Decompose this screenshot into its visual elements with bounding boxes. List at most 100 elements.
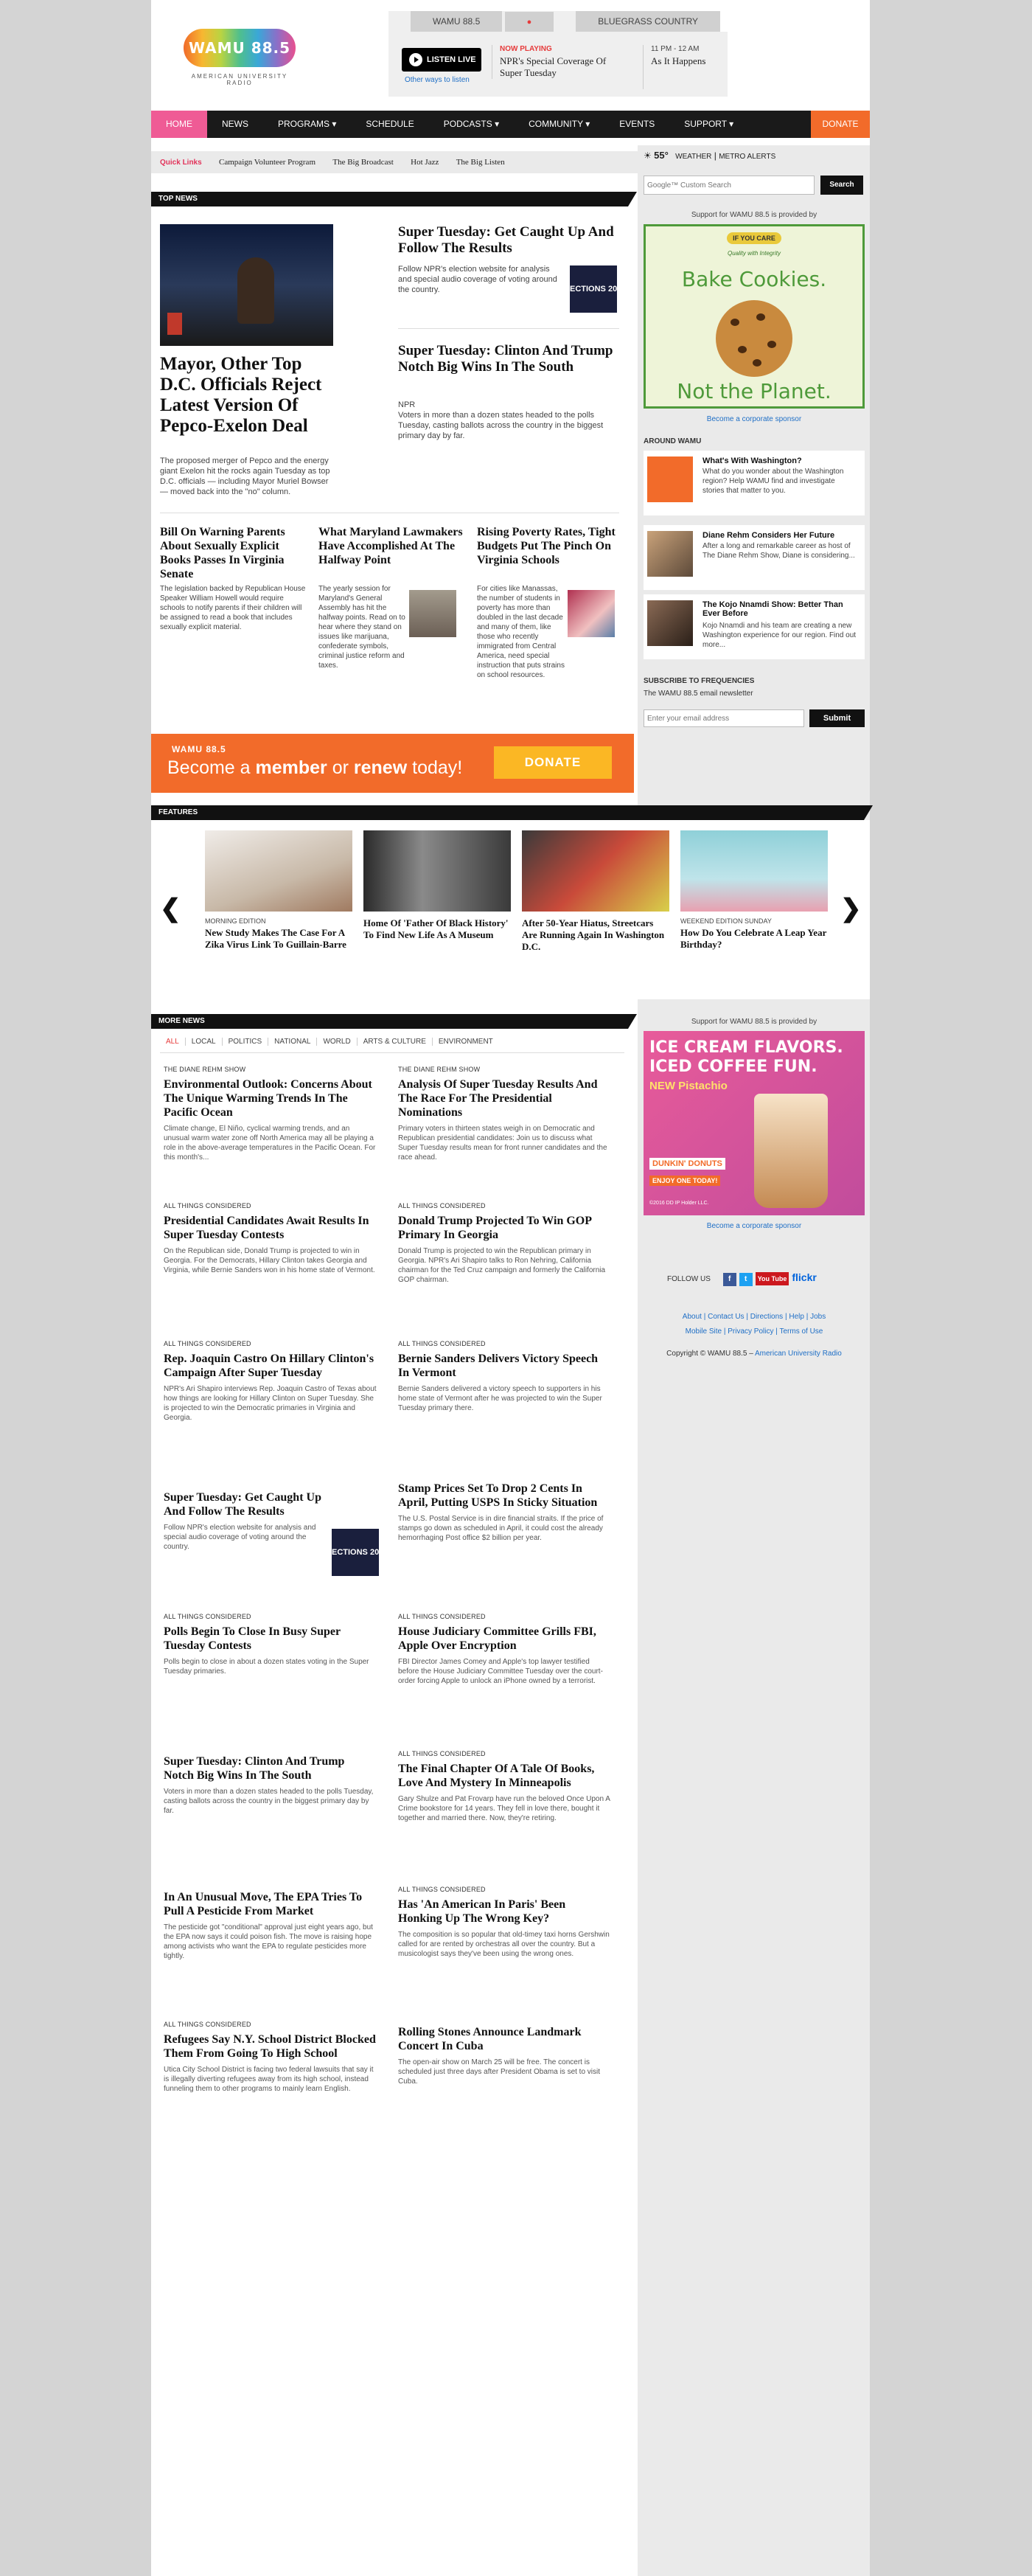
news-item[interactable]: Super Tuesday: Clinton And Trump Notch B… xyxy=(164,1750,377,1816)
news-item-title[interactable]: Analysis Of Super Tuesday Results And Th… xyxy=(398,1077,612,1119)
news-item[interactable]: Stamp Prices Set To Drop 2 Cents In Apri… xyxy=(398,1477,612,1543)
news-item[interactable]: ALL THINGS CONSIDERED Presidential Candid… xyxy=(164,1202,377,1275)
news-item-title[interactable]: The Final Chapter Of A Tale Of Books, Lo… xyxy=(398,1762,612,1790)
feature-title[interactable]: How Do You Celebrate A Leap Year Birthda… xyxy=(680,927,828,951)
up-next-title[interactable]: As It Happens xyxy=(651,55,705,67)
nav-support[interactable]: SUPPORT ▾ xyxy=(669,111,748,138)
carousel-prev-arrow[interactable]: ❮ xyxy=(160,894,181,923)
corporate-sponsor-link[interactable]: Become a corporate sponsor xyxy=(644,1222,865,1230)
story-title[interactable]: Bill On Warning Parents About Sexually E… xyxy=(160,525,307,581)
news-item-title[interactable]: Super Tuesday: Get Caught Up And Follow … xyxy=(164,1490,333,1518)
news-item-title[interactable]: Refugees Say N.Y. School District Blocke… xyxy=(164,2032,377,2061)
news-item[interactable]: ALL THINGS CONSIDERED Has 'An American In… xyxy=(398,1886,612,1959)
filter-world[interactable]: WORLD xyxy=(323,1038,358,1046)
twitter-icon[interactable]: t xyxy=(739,1273,753,1286)
news-item-title[interactable]: Rep. Joaquin Castro On Hillary Clinton's… xyxy=(164,1352,377,1380)
news-item[interactable]: ALL THINGS CONSIDERED Refugees Say N.Y. S… xyxy=(164,2021,377,2094)
search-input[interactable] xyxy=(644,176,815,195)
newsletter-submit-button[interactable]: Submit xyxy=(809,709,865,727)
nav-news[interactable]: NEWS xyxy=(207,111,263,138)
corporate-sponsor-link[interactable]: Become a corporate sponsor xyxy=(644,415,865,423)
newsletter-email-input[interactable] xyxy=(644,709,804,727)
news-item[interactable]: ALL THINGS CONSIDERED Polls Begin To Clos… xyxy=(164,1613,377,1676)
footer-link-privacy[interactable]: Privacy Policy xyxy=(728,1327,773,1336)
now-playing-title[interactable]: NPR's Special Coverage Of Super Tuesday xyxy=(500,55,624,79)
nav-podcasts[interactable]: PODCASTS ▾ xyxy=(429,111,514,138)
filter-all[interactable]: ALL xyxy=(166,1038,186,1046)
youtube-icon[interactable]: You Tube xyxy=(755,1272,789,1285)
schools-thumbnail[interactable] xyxy=(568,590,615,637)
elections-thumbnail[interactable]: ECTIONS 20 xyxy=(332,1529,379,1576)
news-item-title[interactable]: Stamp Prices Set To Drop 2 Cents In Apri… xyxy=(398,1482,612,1510)
carousel-next-arrow[interactable]: ❯ xyxy=(840,894,862,923)
story-title[interactable]: Super Tuesday: Get Caught Up And Follow … xyxy=(398,224,619,257)
quick-link[interactable]: Hot Jazz xyxy=(411,151,439,173)
story-title[interactable]: Rising Poverty Rates, Tight Budgets Put … xyxy=(477,525,624,567)
facebook-icon[interactable]: f xyxy=(722,1273,736,1286)
filter-national[interactable]: NATIONAL xyxy=(274,1038,318,1046)
story-title[interactable]: What Maryland Lawmakers Have Accomplishe… xyxy=(318,525,466,567)
nav-programs[interactable]: PROGRAMS ▾ xyxy=(263,111,351,138)
quick-link[interactable]: The Big Broadcast xyxy=(332,151,393,173)
around-item-title[interactable]: Diane Rehm Considers Her Future xyxy=(702,531,834,540)
nav-home[interactable]: HOME xyxy=(151,111,207,138)
lead-story-title[interactable]: Mayor, Other Top D.C. Officials Reject L… xyxy=(160,354,337,437)
footer-link-contact[interactable]: Contact Us xyxy=(708,1313,744,1321)
filter-local[interactable]: LOCAL xyxy=(191,1038,223,1046)
footer-link-directions[interactable]: Directions xyxy=(750,1313,783,1321)
banner-donate-button[interactable]: DONATE xyxy=(494,746,612,779)
metro-alerts-link[interactable]: METRO ALERTS xyxy=(719,153,775,161)
news-item[interactable]: THE DIANE REHM SHOW Environmental Outlook… xyxy=(164,1066,377,1162)
quick-link[interactable]: Campaign Volunteer Program xyxy=(219,151,315,173)
around-item[interactable]: The Kojo Nnamdi Show: Better Than Ever B… xyxy=(644,594,865,659)
membership-banner[interactable]: WAMU 88.5 Become a member or renew today… xyxy=(151,734,634,793)
mayor-photo[interactable] xyxy=(160,224,333,346)
around-item[interactable]: Diane Rehm Considers Her Future After a … xyxy=(644,525,865,590)
news-item-title[interactable]: Polls Begin To Close In Busy Super Tuesd… xyxy=(164,1625,377,1653)
news-item-title[interactable]: Donald Trump Projected To Win GOP Primar… xyxy=(398,1214,612,1242)
news-item-title[interactable]: Presidential Candidates Await Results In… xyxy=(164,1214,377,1242)
feature-title[interactable]: After 50-Year Hiatus, Streetcars Are Run… xyxy=(522,917,669,953)
nav-schedule[interactable]: SCHEDULE xyxy=(351,111,428,138)
news-item[interactable]: ALL THINGS CONSIDERED House Judiciary Com… xyxy=(398,1613,612,1686)
news-item[interactable]: Super Tuesday: Get Caught Up And Follow … xyxy=(164,1486,333,1552)
copyright-link[interactable]: American University Radio xyxy=(755,1350,842,1358)
filter-politics[interactable]: POLITICS xyxy=(228,1038,269,1046)
news-item[interactable]: ALL THINGS CONSIDERED The Final Chapter O… xyxy=(398,1750,612,1823)
news-item[interactable]: ALL THINGS CONSIDERED Donald Trump Projec… xyxy=(398,1202,612,1285)
around-item[interactable]: What's With Washington? What do you wond… xyxy=(644,451,865,515)
cookie-ad[interactable]: IF YOU CARE Quality with Integrity Bake … xyxy=(644,224,865,409)
nav-events[interactable]: EVENTS xyxy=(604,111,669,138)
quick-link[interactable]: The Big Listen xyxy=(456,151,505,173)
news-item-title[interactable]: Super Tuesday: Clinton And Trump Notch B… xyxy=(164,1754,377,1782)
filter-arts-culture[interactable]: ARTS & CULTURE xyxy=(363,1038,433,1046)
filter-environment[interactable]: ENVIRONMENT xyxy=(439,1038,499,1046)
nav-donate[interactable]: DONATE xyxy=(811,111,870,138)
news-item[interactable]: Rolling Stones Announce Landmark Concert… xyxy=(398,2021,612,2086)
weather-link[interactable]: WEATHER xyxy=(675,153,711,161)
footer-link-jobs[interactable]: Jobs xyxy=(810,1313,826,1321)
news-item[interactable]: ALL THINGS CONSIDERED Bernie Sanders Deli… xyxy=(398,1340,612,1413)
flickr-icon[interactable]: flickr xyxy=(792,1271,816,1283)
listen-live-button[interactable]: LISTEN LIVE xyxy=(402,48,481,72)
other-ways-link[interactable]: Other ways to listen xyxy=(405,76,470,84)
news-item-title[interactable]: Has 'An American In Paris' Been Honking … xyxy=(398,1898,612,1926)
search-button[interactable]: Search xyxy=(820,176,863,195)
tab-bluegrass[interactable]: BLUEGRASS COUNTRY xyxy=(576,11,721,32)
news-item-title[interactable]: In An Unusual Move, The EPA Tries To Pul… xyxy=(164,1890,377,1918)
wamu-logo[interactable]: WAMU 88.5 AMERICAN UNIVERSITY RADIO xyxy=(181,26,299,86)
elections-thumbnail[interactable]: ECTIONS 20 xyxy=(570,265,617,313)
footer-link-mobile[interactable]: Mobile Site xyxy=(686,1327,722,1336)
news-item[interactable]: In An Unusual Move, The EPA Tries To Pul… xyxy=(164,1886,377,1961)
feature-item[interactable]: WEEKEND EDITION SUNDAY How Do You Celebr… xyxy=(680,830,828,951)
news-item-title[interactable]: Environmental Outlook: Concerns About Th… xyxy=(164,1077,377,1119)
story-title[interactable]: Super Tuesday: Clinton And Trump Notch B… xyxy=(398,343,619,375)
feature-title[interactable]: Home Of 'Father Of Black History' To Fin… xyxy=(363,917,511,941)
feature-item[interactable]: MORNING EDITION New Study Makes The Case… xyxy=(205,830,352,951)
lawmaker-thumbnail[interactable] xyxy=(409,590,456,637)
news-item[interactable]: THE DIANE REHM SHOW Analysis Of Super Tue… xyxy=(398,1066,612,1162)
news-item-title[interactable]: House Judiciary Committee Grills FBI, Ap… xyxy=(398,1625,612,1653)
around-item-title[interactable]: The Kojo Nnamdi Show: Better Than Ever B… xyxy=(702,600,857,618)
around-item-title[interactable]: What's With Washington? xyxy=(702,456,802,465)
feature-title[interactable]: New Study Makes The Case For A Zika Viru… xyxy=(205,927,352,951)
